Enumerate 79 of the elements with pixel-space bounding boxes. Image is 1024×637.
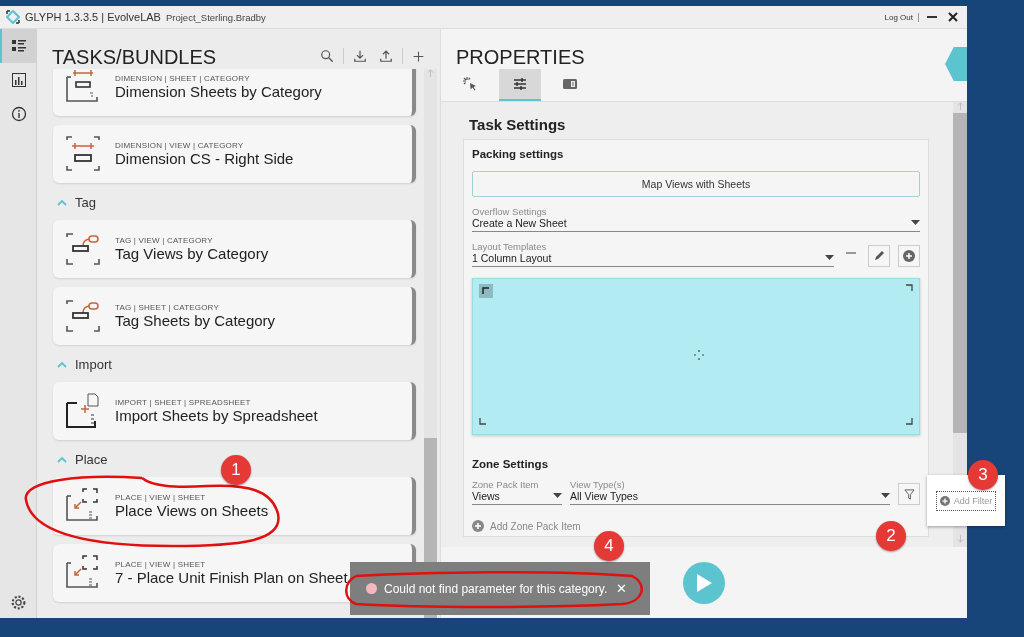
logout-link[interactable]: Log Out [884,12,919,22]
panel-title: PROPERTIES [456,45,586,69]
play-icon [695,572,713,593]
task-name: 7 - Place Unit Finish Plan on Sheet [115,569,348,586]
task-tags: DIMENSION | SHEET | CATEGORY [115,74,322,83]
task-card[interactable]: DIMENSION | SHEET | CATEGORY Dimension Sheets by Category [53,69,416,116]
cursor-icon [462,76,478,92]
task-card[interactable]: TAG | VIEW | CATEGORY Tag Views by Category [53,220,416,278]
task-name: Place Views on Sheets [115,502,269,519]
task-tags: DIMENSION | VIEW | CATEGORY [115,141,294,150]
download-icon [353,49,367,63]
logo-icon [6,10,20,24]
task-tags: TAG | VIEW | CATEGORY [115,236,269,245]
caret-icon [911,220,920,226]
task-card[interactable]: TAG | SHEET | CATEGORY Tag Sheets by Category [53,287,416,345]
plus-circle-icon [903,250,915,262]
chevron-up-icon [57,199,67,206]
list-icon [11,38,27,54]
dropdown-field[interactable]: Zone Pack Item Views [472,479,562,505]
task-name: Dimension Sheets by Category [115,83,322,100]
search-icon [320,49,334,63]
arrow-up-icon [426,69,435,78]
chart-icon [11,72,27,88]
upload-icon [379,49,393,63]
chevron-up-icon [57,456,67,463]
section-title: Task Settings [468,116,567,133]
task-card[interactable]: IMPORT | SHEET | SPREADSHEET Import Sheets by Spreadsheet [53,382,416,440]
dropdown-field[interactable]: Overflow Settings Create a New Sheet [472,206,920,232]
dimension-icon [63,134,103,174]
corner-icon [479,417,487,425]
panel-icon [562,76,578,92]
filter-button[interactable] [898,483,920,505]
corner-icon [905,417,913,425]
rail-button[interactable] [0,29,36,63]
group-header[interactable]: Tag [53,192,416,211]
corner-icon [905,284,913,292]
group-header[interactable]: Import [53,354,416,373]
caret-icon [825,255,834,261]
section-subtitle: Packing settings [472,148,565,160]
arrow-up-icon [955,102,965,111]
task-tags: IMPORT | SHEET | SPREADSHEET [115,398,318,407]
task-name: Import Sheets by Spreadsheet [115,407,318,424]
info-icon [11,106,27,122]
task-name: Tag Views by Category [115,245,269,262]
app-title: GLYPH 1.3.3.5 | EvolveLAB [25,11,161,23]
section-subtitle: Zone Settings [472,458,550,470]
error-dot-icon [366,583,377,594]
task-card[interactable]: PLACE | VIEW | SHEET Place Views on Sheets [53,477,416,535]
task-card[interactable]: DIMENSION | VIEW | CATEGORY Dimension CS - Right Side [53,125,416,183]
corner-icon [479,284,493,298]
project-name: Project_Sterling.Bradby [165,11,266,23]
chevron-up-icon [57,361,67,368]
add-button[interactable] [898,245,920,267]
filter-icon [903,488,915,500]
caret-icon [553,493,562,499]
dropdown-field[interactable]: Layout Templates 1 Column Layout [472,241,834,267]
number-badge: 3 [968,460,998,490]
task-name: Tag Sheets by Category [115,312,276,329]
move-icon [694,349,704,360]
task-tags: PLACE | VIEW | SHEET [115,560,348,569]
plus-circle-icon [472,520,484,532]
edit-button[interactable] [868,245,890,267]
task-name: Dimension CS - Right Side [115,150,294,167]
settings-icon [9,594,27,611]
pencil-icon [873,250,885,262]
panel-title: TASKS/BUNDLES [52,45,218,69]
close-icon [948,12,958,22]
close-button[interactable] [945,12,961,22]
properties-tab[interactable] [499,69,541,101]
task-tags: TAG | SHEET | CATEGORY [115,303,276,312]
sliders-icon [512,76,528,92]
arrow-down-icon [955,534,965,543]
toast-close-button[interactable]: ✕ [614,581,630,596]
plus-circle-icon [939,495,950,506]
caret-icon [881,493,890,499]
task-tags: PLACE | VIEW | SHEET [115,493,269,502]
map-views-button[interactable]: Map Views with Sheets [472,171,920,197]
dropdown-field[interactable]: View Type(s) All View Types [570,479,890,505]
plus-icon [412,49,425,63]
